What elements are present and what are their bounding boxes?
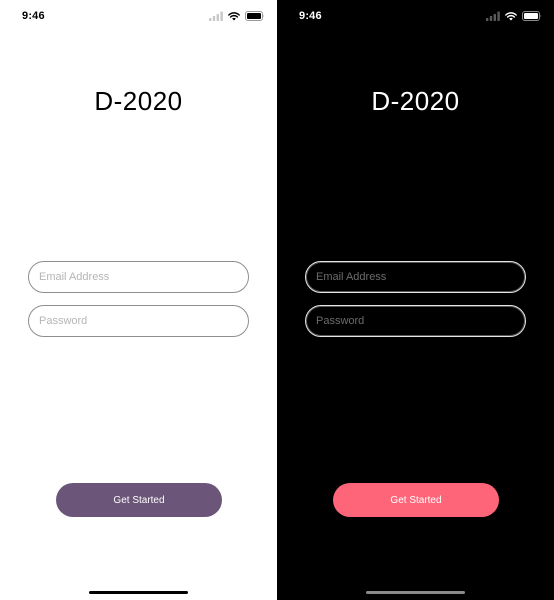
get-started-button[interactable]: Get Started [333, 483, 499, 517]
signal-icon [209, 11, 223, 21]
status-bar: 9:46 [0, 0, 277, 34]
wifi-icon [505, 12, 517, 21]
status-bar: 9:46 [277, 0, 554, 34]
password-field[interactable] [28, 305, 249, 337]
battery-icon [245, 11, 265, 21]
app-title: D-2020 [371, 86, 460, 116]
wifi-icon [228, 12, 240, 21]
password-field[interactable] [305, 305, 526, 337]
get-started-button[interactable]: Get Started [56, 483, 222, 517]
email-field[interactable] [28, 261, 249, 293]
status-time: 9:46 [22, 10, 45, 22]
status-icons [486, 10, 542, 22]
email-field[interactable] [305, 261, 526, 293]
app-title: D-2020 [94, 86, 183, 116]
light-mode-screen: 9:46 D-2020 Email Address Get Started [0, 0, 277, 600]
home-indicator[interactable] [89, 591, 188, 594]
status-time: 9:46 [299, 10, 322, 22]
signal-icon [486, 11, 500, 21]
screens-comparison: 9:46 D-2020 Email Address Get Started 9:… [0, 0, 554, 600]
battery-icon [522, 11, 542, 21]
home-indicator[interactable] [366, 591, 465, 594]
dark-mode-screen: 9:46 D-2020 Email Address Get Started [277, 0, 554, 600]
status-icons [209, 10, 265, 22]
